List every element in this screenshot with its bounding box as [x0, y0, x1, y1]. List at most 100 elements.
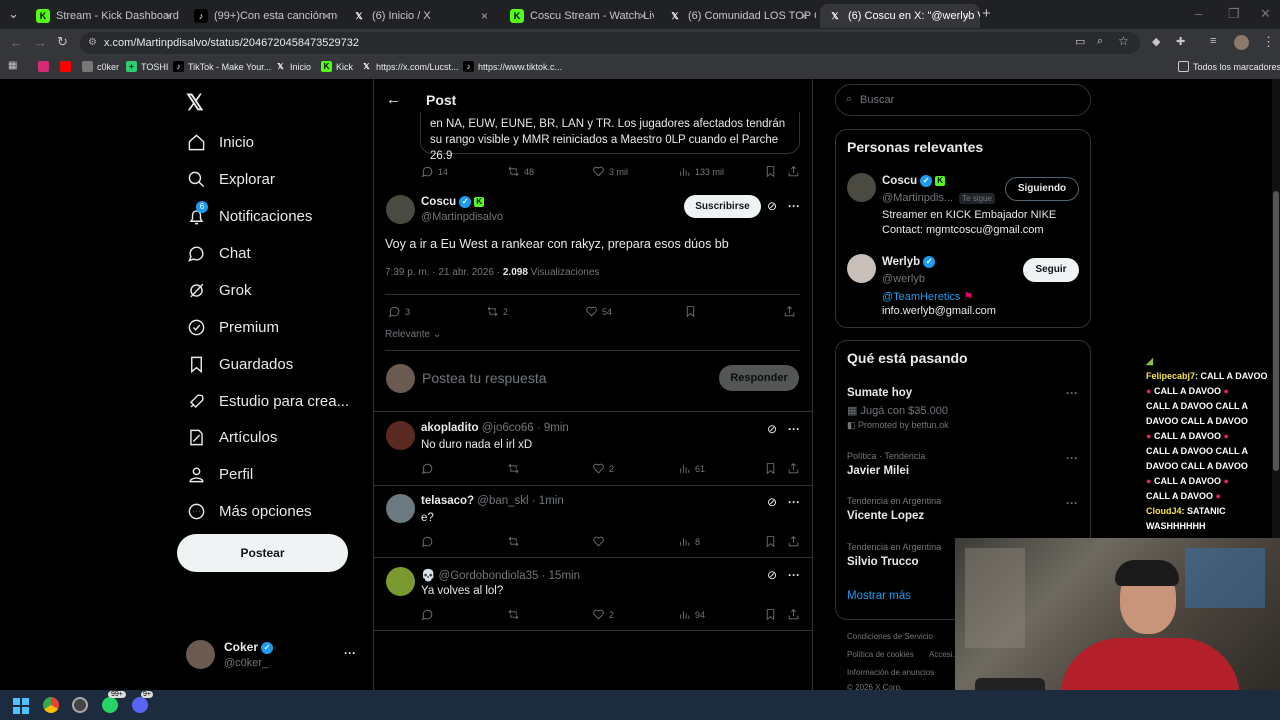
bookmark-youtube[interactable] [60, 61, 75, 72]
footer-link[interactable]: Condiciones de Servicio [847, 632, 933, 641]
person-name[interactable]: Werlyb ✓ [882, 256, 936, 268]
like-action[interactable]: 2 [592, 462, 614, 475]
reply-author[interactable]: akopladito @jo6co66 · 9min [421, 422, 569, 434]
grok-icon[interactable]: ⊘ [767, 495, 777, 509]
trend-name[interactable]: Javier Milei [847, 465, 909, 477]
zoom-icon[interactable]: ⌕ [1097, 35, 1103, 48]
cast-icon[interactable]: ▭ [1075, 35, 1085, 48]
url-field[interactable]: ⚙ x.com/Martinpdisalvo/status/2046720458… [80, 32, 1140, 54]
author-avatar[interactable] [386, 195, 415, 224]
grok-icon[interactable]: ⊘ [767, 422, 777, 436]
person-avatar[interactable] [847, 254, 876, 283]
footer-link[interactable]: Política de cookies [847, 650, 914, 659]
nav-grok[interactable]: Grok [186, 278, 252, 302]
author-name[interactable]: Coscu ✓ K [421, 196, 485, 208]
subscribe-button[interactable]: Suscribirse [684, 195, 761, 218]
repost-action[interactable] [507, 462, 524, 475]
nav-profile[interactable]: Perfil [186, 462, 253, 486]
trend-name[interactable]: Sumate hoy [847, 387, 912, 399]
reply-author[interactable]: telasaco? @ban_skl · 1min [421, 495, 564, 507]
views-action[interactable]: 94 [678, 608, 705, 621]
person-bio-link[interactable]: @TeamHeretics ⚑ [882, 290, 973, 303]
tab-search-icon[interactable]: ⌄ [8, 6, 19, 22]
views-action[interactable]: 8 [678, 535, 700, 548]
reply-action[interactable] [421, 535, 438, 548]
nav-chat[interactable]: Chat [186, 241, 251, 265]
close-icon[interactable]: × [323, 9, 330, 23]
account-menu-icon[interactable]: ··· [344, 646, 356, 660]
back-icon[interactable]: ← [10, 35, 23, 50]
reply-action[interactable]: 3 [388, 305, 410, 318]
puzzle-icon[interactable]: ✚ [1176, 35, 1185, 48]
extension-icon[interactable]: ◆ [1152, 35, 1160, 48]
repost-action[interactable]: 48 [507, 165, 534, 178]
close-icon[interactable]: × [801, 9, 808, 23]
grok-icon[interactable]: ⊘ [767, 199, 777, 213]
nav-creator-studio[interactable]: Estudio para crea... [186, 389, 349, 413]
tab-x-home[interactable]: 𝕏 (6) Inicio / X × [344, 4, 496, 28]
bookmark-action[interactable] [684, 305, 701, 318]
sort-dropdown[interactable]: Relevante ⌄ [385, 329, 441, 340]
show-more-link[interactable]: Mostrar más [847, 590, 911, 602]
nav-more[interactable]: Más opciones [186, 499, 312, 523]
nav-explore[interactable]: Explorar [186, 167, 275, 191]
windows-start-icon[interactable] [13, 698, 29, 714]
trend-name[interactable]: Silvio Trucco [847, 556, 919, 568]
like-action[interactable]: 3 mil [592, 165, 628, 178]
views-action[interactable]: 61 [678, 462, 705, 475]
share-action[interactable] [787, 608, 804, 621]
bookmark-action[interactable] [764, 462, 781, 475]
bookmark-tiktok[interactable]: ♪ TikTok - Make Your... [173, 61, 271, 72]
person-name[interactable]: Coscu ✓ K [882, 175, 946, 187]
reply-avatar[interactable] [386, 567, 415, 596]
apps-icon[interactable]: ▦ [8, 60, 17, 71]
more-icon[interactable]: ··· [1066, 451, 1078, 465]
all-bookmarks[interactable]: Todos los marcadores [1178, 61, 1280, 72]
bookmark-action[interactable] [764, 608, 781, 621]
whatsapp-icon[interactable] [102, 697, 118, 713]
like-action[interactable] [592, 535, 609, 548]
new-tab-icon[interactable]: + [982, 5, 991, 22]
bookmark-instagram[interactable] [38, 61, 53, 72]
window-close-icon[interactable]: ✕ [1260, 6, 1271, 22]
share-action[interactable] [787, 165, 804, 178]
more-icon[interactable]: ··· [788, 199, 800, 213]
more-icon[interactable]: ··· [1066, 496, 1078, 510]
nav-premium[interactable]: Premium [186, 315, 279, 339]
bookmark-action[interactable] [764, 165, 781, 178]
bookmark-inicio[interactable]: 𝕏 Inicio [275, 61, 311, 72]
share-action[interactable] [787, 462, 804, 475]
more-icon[interactable]: ··· [788, 568, 800, 582]
share-action[interactable] [783, 305, 800, 318]
chrome-icon[interactable] [43, 697, 59, 713]
tab-x-community[interactable]: 𝕏 (6) Comunidad LOS TOP GLOBA× [660, 4, 816, 28]
nav-articles[interactable]: Artículos [186, 425, 277, 449]
post-button[interactable]: Postear [177, 534, 348, 572]
obs-icon[interactable] [72, 697, 88, 713]
reply-avatar[interactable] [386, 421, 415, 450]
back-arrow-icon[interactable]: ← [386, 91, 401, 108]
bookmark-action[interactable] [764, 535, 781, 548]
account-avatar[interactable] [186, 640, 215, 669]
bookmark-kick[interactable]: K Kick [321, 61, 353, 72]
more-icon[interactable]: ··· [788, 495, 800, 509]
site-info-icon[interactable]: ⚙ [88, 32, 97, 54]
bookmark-tiktok-2[interactable]: ♪ https://www.tiktok.c... [463, 61, 562, 72]
footer-link[interactable]: Información de anuncios [847, 668, 934, 677]
reply-action[interactable]: 14 [421, 165, 448, 178]
bookmark-toshi[interactable]: + TOSHI [126, 61, 168, 72]
close-icon[interactable]: × [165, 9, 172, 23]
tab-x-coscu-post[interactable]: 𝕏 (6) Coscu en X: "@werlyb Voy a× [820, 4, 980, 28]
forward-icon[interactable]: → [34, 35, 47, 50]
close-icon[interactable]: × [639, 9, 646, 23]
x-logo-icon[interactable]: 𝕏 [186, 90, 204, 116]
nav-notifications[interactable]: 6 Notificaciones [186, 201, 312, 228]
reply-input[interactable]: Postea tu respuesta [422, 370, 547, 386]
share-action[interactable] [787, 535, 804, 548]
reply-author[interactable]: 💀 @Gordobondiola35 · 15min [421, 568, 580, 582]
reply-action[interactable] [421, 608, 438, 621]
close-icon[interactable]: × [965, 9, 972, 23]
queue-icon[interactable]: ≡ [1210, 35, 1216, 47]
person-avatar[interactable] [847, 173, 876, 202]
maximize-icon[interactable]: ❐ [1228, 6, 1240, 22]
